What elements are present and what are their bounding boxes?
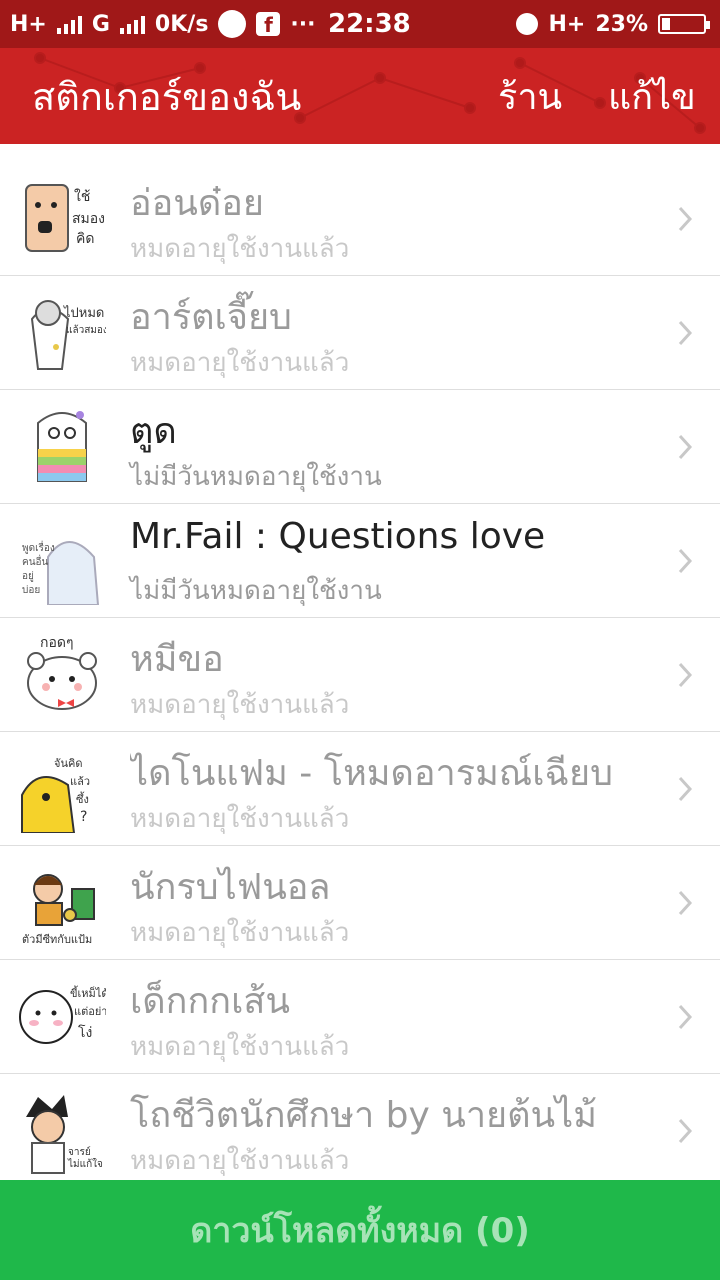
svg-text:จารย์: จารย์ xyxy=(68,1146,91,1158)
sticker-row[interactable]: จารย์ ไม่แก้ใจ โถชีวิตนักศึกษา by นายต้น… xyxy=(0,1074,720,1180)
sticker-name: ไดโนแฟม - โหมดอารมณ์เฉียบ xyxy=(130,753,613,794)
chevron-right-icon xyxy=(678,662,693,688)
sticker-row[interactable]: ไปหมด แล้วสมอง อาร์ตเจี๊ยบ หมดอายุใช้งาน… xyxy=(0,276,720,390)
sticker-row[interactable]: ใช้ สมอง คิด อ่อนด๋อย หมดอายุใช้งานแล้ว xyxy=(0,162,720,276)
chevron-right-icon xyxy=(678,890,693,916)
sticker-name: Mr.Fail : Questions love xyxy=(130,516,546,557)
battery-percent: 23% xyxy=(595,11,648,37)
sticker-thumbnail: ขี้เหม็ได้ แต่อย่า โง่ xyxy=(19,985,106,1044)
messenger-icon xyxy=(218,10,247,38)
sticker-status: หมดอายุใช้งานแล้ว xyxy=(130,234,350,264)
sticker-thumbnail: จันคิด แล้ว ซึ้ง ? xyxy=(21,757,90,833)
svg-text:คนอื่น: คนอื่น xyxy=(22,554,49,568)
svg-text:กอดๆ: กอดๆ xyxy=(40,635,74,651)
network-speed: 0K/s xyxy=(154,11,209,37)
network-type-label-2: G xyxy=(91,11,110,37)
svg-text:แต่อย่า: แต่อย่า xyxy=(74,1005,106,1018)
signal-icon xyxy=(56,14,82,34)
chevron-right-icon xyxy=(678,320,693,346)
page-title: สติกเกอร์ของฉัน xyxy=(32,74,302,119)
svg-text:ตัวมีซีทกับแป้ม: ตัวมีซีทกับแป้ม xyxy=(22,933,92,946)
chevron-right-icon xyxy=(678,776,693,802)
alarm-icon xyxy=(516,13,539,35)
sticker-name: อาร์ตเจี๊ยบ xyxy=(130,297,292,338)
sticker-row[interactable]: ขี้เหม็ได้ แต่อย่า โง่ เด็กกกเส้น หมดอาย… xyxy=(0,960,720,1074)
svg-text:อยู่: อยู่ xyxy=(22,571,34,582)
network-type-label-3: H+ xyxy=(548,11,586,37)
sticker-thumbnail: พูดเรื่อง คนอื่น อยู่ บ่อย xyxy=(22,540,100,605)
svg-text:สมอง: สมอง xyxy=(72,211,105,227)
svg-text:ซึ้ง: ซึ้ง xyxy=(76,791,89,806)
edit-button[interactable]: แก้ไข xyxy=(608,48,696,144)
svg-text:จันคิด: จันคิด xyxy=(54,757,82,770)
chevron-right-icon xyxy=(678,548,693,574)
chevron-right-icon xyxy=(678,1118,693,1144)
sticker-thumbnail xyxy=(37,411,87,482)
sticker-status: หมดอายุใช้งานแล้ว xyxy=(130,804,350,834)
app-header: สติกเกอร์ของฉัน ร้าน แก้ไข xyxy=(0,48,720,144)
chevron-right-icon xyxy=(678,1004,693,1030)
sticker-name: อ่อนด๋อย xyxy=(130,183,264,224)
battery-icon xyxy=(658,14,710,34)
download-all-label: ดาวน์โหลดทั้งหมด (0) xyxy=(190,1211,530,1251)
sticker-list: ใช้ สมอง คิด อ่อนด๋อย หมดอายุใช้งานแล้ว … xyxy=(0,144,720,1180)
svg-text:ใช้: ใช้ xyxy=(74,188,90,205)
svg-text:แล้วสมอง: แล้วสมอง xyxy=(66,324,106,336)
sticker-status: ไม่มีวันหมดอายุใช้งาน xyxy=(130,462,382,492)
svg-text:ไปหมด: ไปหมด xyxy=(63,305,104,321)
svg-text:คิด: คิด xyxy=(76,231,94,247)
sticker-row[interactable]: พูดเรื่อง คนอื่น อยู่ บ่อย Mr.Fail : Que… xyxy=(0,504,720,618)
clock: 22:38 xyxy=(328,9,411,39)
svg-text:แล้ว: แล้ว xyxy=(70,775,90,788)
sticker-name: เด็กกกเส้น xyxy=(130,981,290,1022)
sticker-status: หมดอายุใช้งานแล้ว xyxy=(130,1146,350,1176)
sticker-thumbnail: ตัวมีซีทกับแป้ม xyxy=(22,874,95,946)
sticker-row[interactable]: จันคิด แล้ว ซึ้ง ? ไดโนแฟม - โหมดอารมณ์เ… xyxy=(0,732,720,846)
sticker-name: ตูด xyxy=(130,411,177,452)
chevron-right-icon xyxy=(678,206,693,232)
network-type-label: H+ xyxy=(10,11,47,37)
facebook-icon: f xyxy=(256,12,281,37)
sticker-row[interactable]: ตัวมีซีทกับแป้ม นักรบไฟนอล หมดอายุใช้งาน… xyxy=(0,846,720,960)
sticker-status: หมดอายุใช้งานแล้ว xyxy=(130,918,350,948)
svg-text:พูดเรื่อง: พูดเรื่อง xyxy=(22,540,55,554)
signal-icon-2 xyxy=(119,14,145,34)
status-bar: H+ G 0K/s f ··· 22:38 H+ 23% xyxy=(0,0,720,48)
svg-text:ไม่แก้ใจ: ไม่แก้ใจ xyxy=(67,1158,103,1170)
svg-text:บ่อย: บ่อย xyxy=(22,585,40,596)
download-all-button[interactable]: ดาวน์โหลดทั้งหมด (0) xyxy=(0,1180,720,1280)
sticker-status: ไม่มีวันหมดอายุใช้งาน xyxy=(130,576,382,606)
svg-text:?: ? xyxy=(80,809,87,825)
more-notifications-icon: ··· xyxy=(290,11,316,37)
svg-text:ขี้เหม็ได้: ขี้เหม็ได้ xyxy=(70,985,106,1000)
sticker-thumbnail: กอดๆ xyxy=(27,635,97,710)
sticker-name: หมีขอ xyxy=(130,639,224,680)
sticker-status: หมดอายุใช้งานแล้ว xyxy=(130,348,350,378)
sticker-row[interactable]: ตูด ไม่มีวันหมดอายุใช้งาน xyxy=(0,390,720,504)
svg-text:โง่: โง่ xyxy=(78,1024,92,1041)
sticker-name: นักรบไฟนอล xyxy=(130,867,331,908)
sticker-row[interactable]: กอดๆ หมีขอ หมดอายุใช้งานแล้ว xyxy=(0,618,720,732)
sticker-thumbnail: ใช้ สมอง คิด xyxy=(25,184,105,252)
chevron-right-icon xyxy=(678,434,693,460)
sticker-status: หมดอายุใช้งานแล้ว xyxy=(130,1032,350,1062)
sticker-thumbnail: ไปหมด แล้วสมอง xyxy=(30,300,106,370)
sticker-name: โถชีวิตนักศึกษา by นายต้นไม้ xyxy=(130,1095,597,1136)
sticker-status: หมดอายุใช้งานแล้ว xyxy=(130,690,350,720)
sticker-thumbnail: จารย์ ไม่แก้ใจ xyxy=(26,1095,103,1174)
shop-button[interactable]: ร้าน xyxy=(498,48,562,144)
